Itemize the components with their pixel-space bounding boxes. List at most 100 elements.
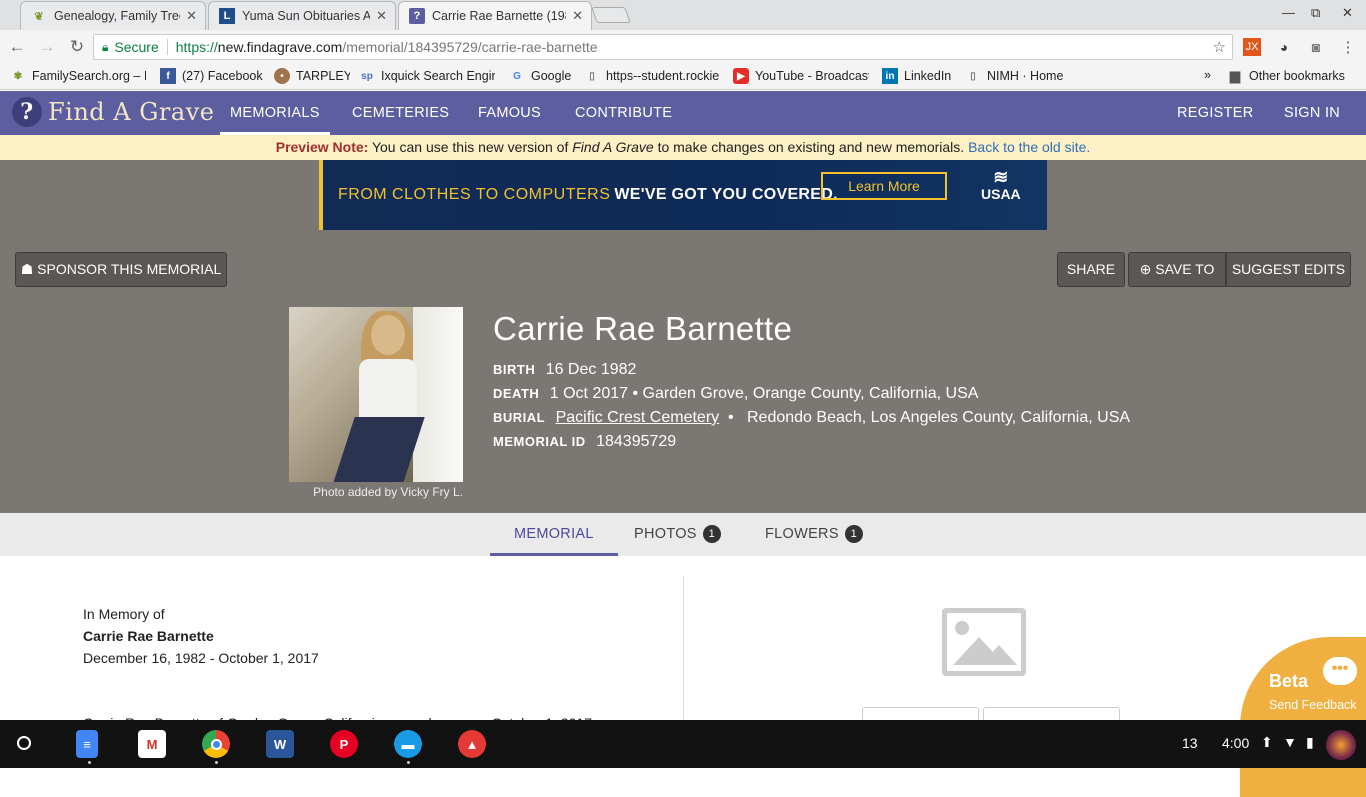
back-icon[interactable]: ← xyxy=(4,34,30,60)
familysearch-icon: ✾ xyxy=(13,70,23,82)
flowers-count-badge: 1 xyxy=(844,525,863,544)
os-shelf: ≡ M W P ▬ ▲ 13 4:00 ⬆ ▼ ▮ xyxy=(0,720,1366,768)
jx-extension-icon[interactable]: JX xyxy=(1243,38,1261,56)
camera-extension-icon[interactable]: ◙ xyxy=(1307,38,1325,56)
files-icon[interactable]: ▬ xyxy=(394,730,422,758)
plus-circle-icon: ⊕ xyxy=(1139,261,1152,277)
bookmark-linkedin[interactable]: in LinkedIn xyxy=(882,68,956,84)
old-site-link[interactable]: Back to the old site. xyxy=(968,139,1090,155)
spy-extension-icon[interactable]: ◕ xyxy=(1275,38,1293,56)
bookmark-label: (27) Facebook xyxy=(182,69,263,83)
word-icon[interactable]: W xyxy=(266,730,294,758)
birth-date: 16 Dec 1982 xyxy=(545,361,637,378)
forward-icon[interactable]: → xyxy=(34,34,60,60)
placeholder-mountain-small xyxy=(981,645,1017,665)
register-link[interactable]: REGISTER xyxy=(1177,91,1254,135)
pinterest-icon[interactable]: P xyxy=(330,730,358,758)
ad-learn-more-button[interactable]: Learn More xyxy=(821,172,947,200)
tab-yuma-sun[interactable]: L Yuma Sun Obituaries All ✕ xyxy=(208,1,396,30)
close-icon[interactable]: ✕ xyxy=(186,8,197,24)
gmail-icon[interactable]: M xyxy=(138,730,166,758)
tab-carrie-rae-barnette[interactable]: ? Carrie Rae Barnette (198 ✕ xyxy=(398,1,592,30)
bookmark-label: LinkedIn xyxy=(904,69,952,83)
preview-text-after: to make changes on existing and new memo… xyxy=(657,139,965,155)
url-scheme: https:// xyxy=(175,39,218,55)
preview-site-name: Find A Grave xyxy=(572,139,654,155)
nav-famous[interactable]: FAMOUS xyxy=(478,91,541,135)
cemetery-link[interactable]: Pacific Crest Cemetery xyxy=(556,409,720,426)
notification-count[interactable]: 13 xyxy=(1182,735,1198,751)
photo-wall xyxy=(413,307,463,482)
bookmark-familysearch[interactable]: ✾ FamilySearch.org – I xyxy=(10,68,146,84)
bookmark-facebook[interactable]: f (27) Facebook xyxy=(160,68,265,84)
new-tab-button[interactable] xyxy=(591,7,631,23)
suggest-edits-button[interactable]: SUGGEST EDITS xyxy=(1226,252,1351,287)
site-logo[interactable]: ? Find A Grave xyxy=(12,97,214,127)
browser-toolbar: ← → ↻ 🔒︎ Secure https:// new.findagrave.… xyxy=(0,30,1366,64)
secure-label: Secure xyxy=(114,39,159,55)
usaa-advertisement[interactable]: FROM CLOTHES TO COMPUTERS WE'VE GOT YOU … xyxy=(319,160,1047,230)
photos-icon[interactable]: ▲ xyxy=(458,730,486,758)
clock[interactable]: 4:00 xyxy=(1222,735,1249,751)
upload-icon: ⬆ xyxy=(1261,734,1273,750)
memorial-id-row: MEMORIAL ID 184395729 xyxy=(493,433,676,451)
burial-place: Redondo Beach, Los Angeles County, Calif… xyxy=(747,409,1131,426)
tab-memorial[interactable]: MEMORIAL xyxy=(490,513,618,556)
memorial-id-label: MEMORIAL ID xyxy=(493,434,586,449)
memorial-name: Carrie Rae Barnette xyxy=(493,310,793,347)
page-icon: ▯ xyxy=(589,70,595,82)
minimize-icon[interactable]: — xyxy=(1282,5,1295,20)
bookmark-youtube[interactable]: ▶ YouTube - Broadcast xyxy=(733,68,869,84)
site-navbar: ? Find A Grave MEMORIALS CEMETERIES FAMO… xyxy=(0,91,1366,135)
bookmark-ixquick[interactable]: sp Ixquick Search Engin xyxy=(359,68,495,84)
tab-photos[interactable]: PHOTOS 1 xyxy=(634,513,721,556)
reload-icon[interactable]: ↻ xyxy=(64,34,90,60)
ad-line1: FROM CLOTHES TO COMPUTERS xyxy=(338,186,611,203)
address-bar[interactable]: 🔒︎ Secure https:// new.findagrave.com /m… xyxy=(93,34,1233,60)
sponsor-memorial-button[interactable]: ☗ SPONSOR THIS MEMORIAL xyxy=(15,252,227,287)
bookmark-star-icon[interactable]: ☆ xyxy=(1213,38,1226,56)
tab-flowers[interactable]: FLOWERS 1 xyxy=(765,513,863,556)
no-photo-placeholder-icon xyxy=(942,608,1026,676)
launcher-icon[interactable] xyxy=(17,736,31,750)
sign-in-link[interactable]: SIGN IN xyxy=(1284,91,1340,135)
share-button[interactable]: SHARE xyxy=(1057,252,1125,287)
send-feedback-label: Send Feedback xyxy=(1269,698,1357,712)
bookmark-google[interactable]: G Google xyxy=(509,68,575,84)
memorial-id: 184395729 xyxy=(596,433,677,450)
bookmarks-overflow-button[interactable]: » xyxy=(1204,68,1218,82)
beta-label: Beta xyxy=(1269,671,1309,691)
bookmark-tarpley[interactable]: • TARPLEY xyxy=(274,68,350,84)
bookmark-student-rockie[interactable]: ▯ https--student.rockie xyxy=(584,68,720,84)
photo-top xyxy=(359,359,417,421)
nav-contribute[interactable]: CONTRIBUTE xyxy=(575,91,672,135)
tab-genealogy[interactable]: ❦ Genealogy, Family Trees ✕ xyxy=(20,1,206,30)
avatar[interactable] xyxy=(1326,730,1356,760)
nav-memorials[interactable]: MEMORIALS xyxy=(220,91,330,135)
memorial-content: In Memory of Carrie Rae Barnette Decembe… xyxy=(0,556,1366,731)
save-to-button[interactable]: ⊕ SAVE TO xyxy=(1128,252,1226,287)
other-bookmarks[interactable]: ▆ Other bookmarks xyxy=(1227,68,1357,84)
bookmark-nimh[interactable]: ▯ NIMH · Home xyxy=(965,68,1065,84)
death-label: DEATH xyxy=(493,386,540,401)
wifi-icon: ▼ xyxy=(1283,734,1297,750)
usaa-logo: ≋ USAA xyxy=(981,168,1021,202)
chrome-icon[interactable] xyxy=(202,730,230,758)
nav-cemeteries[interactable]: CEMETERIES xyxy=(352,91,449,135)
preview-text: You can use this new version of xyxy=(371,139,569,155)
maximize-icon[interactable]: ⧉ xyxy=(1311,5,1320,21)
close-icon[interactable]: ✕ xyxy=(376,8,387,24)
death-row: DEATH 1 Oct 2017 • Garden Grove, Orange … xyxy=(493,385,978,403)
tarpley-icon: • xyxy=(274,68,290,84)
docs-icon[interactable]: ≡ xyxy=(76,730,98,758)
close-icon[interactable]: ✕ xyxy=(572,8,583,24)
column-divider xyxy=(683,576,684,726)
death-date: 1 Oct 2017 xyxy=(549,385,629,402)
memorial-photo[interactable] xyxy=(289,307,463,482)
usaa-brand: USAA xyxy=(981,186,1021,202)
birth-row: BIRTH 16 Dec 1982 xyxy=(493,361,636,379)
menu-icon[interactable]: ⋮ xyxy=(1339,38,1357,56)
browser-tab-strip: ❦ Genealogy, Family Trees ✕ L Yuma Sun O… xyxy=(0,0,1366,30)
running-indicator xyxy=(407,761,410,764)
window-close-icon[interactable]: ✕ xyxy=(1342,5,1353,21)
